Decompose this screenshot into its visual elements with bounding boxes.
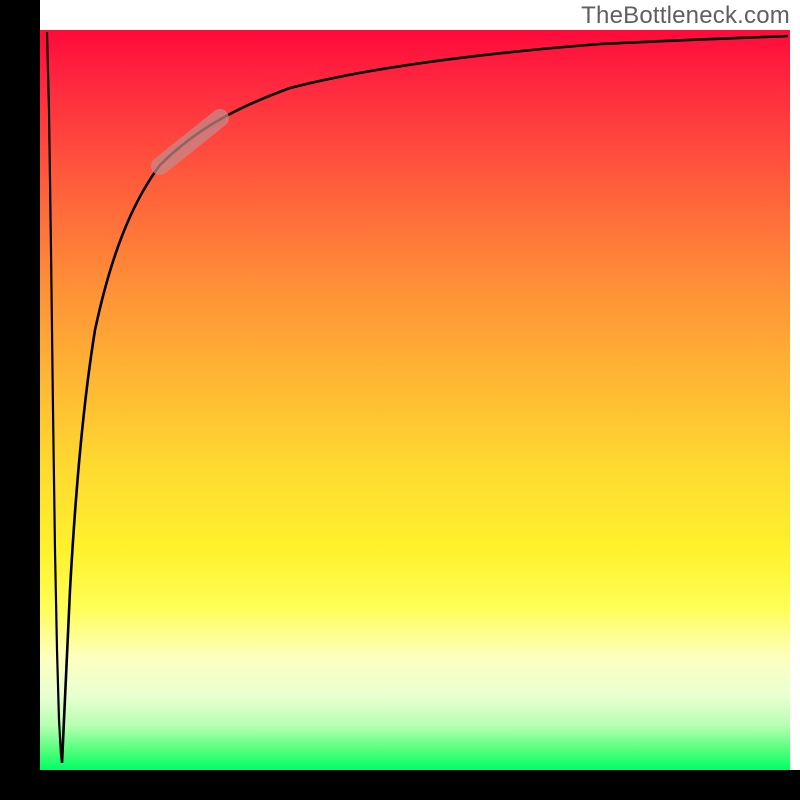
y-axis <box>0 0 40 800</box>
plot-gradient-background <box>40 30 790 770</box>
x-axis <box>0 770 800 800</box>
chart-container: TheBottleneck.com <box>0 0 800 800</box>
watermark-text: TheBottleneck.com <box>581 2 790 30</box>
